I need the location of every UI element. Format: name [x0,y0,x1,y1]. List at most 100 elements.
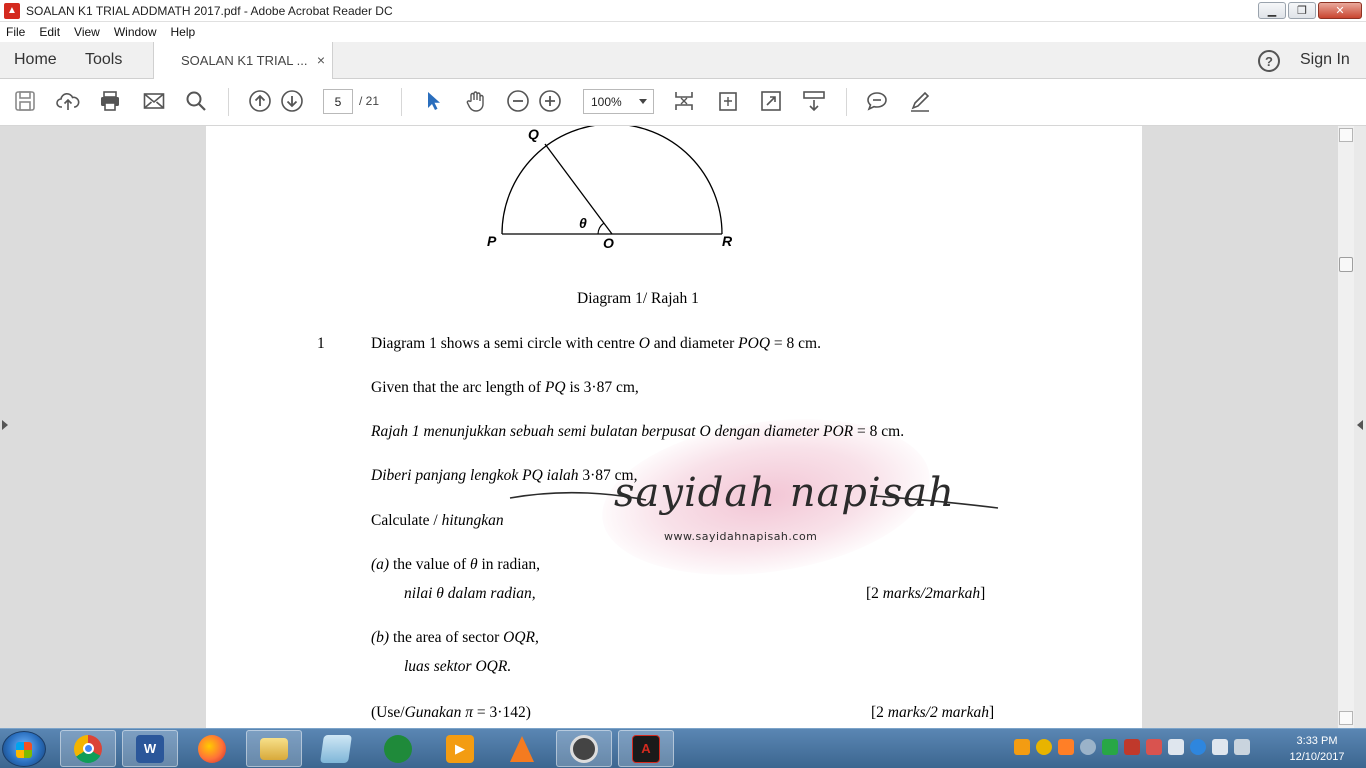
notepad-icon[interactable] [308,730,364,767]
clock-time: 3:33 PM [1296,735,1338,747]
tab-tools[interactable]: Tools [85,51,122,69]
tray-update-icon[interactable] [1058,739,1074,755]
full-screen-icon[interactable] [759,89,783,113]
next-page-icon[interactable] [280,89,304,113]
network-status-icon[interactable] [1234,739,1250,755]
part-b-marks: [2 marks/2 markah] [871,704,995,721]
zoom-value: 100% [591,94,622,109]
label-r: R [722,233,733,249]
question-line-5: Calculate / hitungkan [371,512,504,529]
diagram-caption: Diagram 1/ Rajah 1 [577,290,699,307]
tab-home[interactable]: Home [14,51,57,69]
vertical-scrollbar[interactable] [1337,126,1354,728]
label-p: P [487,233,497,249]
tray-flag-icon[interactable] [1146,739,1162,755]
tab-bar: Home Tools SOALAN K1 TRIAL ... × ? Sign … [0,42,1366,79]
system-tray [1014,739,1250,755]
question-line-3: Rajah 1 menunjukkan sebuah semi bulatan … [371,423,905,440]
system-clock[interactable]: 3:33 PM 12/10/2017 [1282,733,1352,765]
chevron-down-icon [639,99,647,104]
acrobat-icon[interactable]: A [618,730,674,767]
label-q: Q [528,126,539,142]
chrome-icon[interactable] [60,730,116,767]
previous-page-icon[interactable] [248,89,272,113]
scroll-thumb[interactable] [1339,257,1353,272]
scroll-down-button[interactable] [1339,711,1353,725]
network-app-icon[interactable] [370,730,426,767]
part-b-malay: luas sektor OQR. [404,658,512,675]
menu-bar: File Edit View Window Help [0,22,1366,42]
menu-help[interactable]: Help [171,25,196,39]
select-cursor-icon[interactable] [421,89,445,113]
question-number: 1 [317,335,325,352]
menu-view[interactable]: View [74,25,100,39]
vlc-icon[interactable] [494,730,550,767]
tab-document[interactable]: SOALAN K1 TRIAL ... × [153,42,333,79]
close-button[interactable]: ✕ [1318,2,1362,19]
sign-in-link[interactable]: Sign In [1300,51,1350,69]
file-explorer-icon[interactable] [246,730,302,767]
page-total: / 21 [359,94,380,108]
zoom-out-icon[interactable] [506,89,530,113]
help-icon[interactable]: ? [1258,50,1280,72]
watermark-url: www.sayidahnapisah.com [664,530,818,543]
menu-file[interactable]: File [6,25,25,39]
question-line-1: Diagram 1 shows a semi circle with centr… [371,335,821,352]
document-viewer[interactable]: Q P O R θ Diagram 1/ Rajah 1 sayidah nap… [0,126,1337,728]
print-icon[interactable] [98,89,122,113]
menu-window[interactable]: Window [114,25,157,39]
firefox-icon[interactable] [184,730,240,767]
part-a-malay: nilai θ dalam radian, [404,585,536,602]
rotate-icon[interactable] [716,89,740,113]
question-line-2: Given that the arc length of PQ is 3·87 … [371,379,639,396]
tray-security-icon[interactable] [1102,739,1118,755]
window-controls: ▁ ❐ ✕ [1258,2,1362,19]
part-a: (a) the value of θ in radian, [371,556,541,573]
save-icon[interactable] [13,89,37,113]
scroll-up-button[interactable] [1339,128,1353,142]
sign-icon[interactable] [908,89,932,113]
toolbar-separator [846,88,847,116]
upload-icon[interactable] [56,89,80,113]
zoom-in-icon[interactable] [538,89,562,113]
hand-tool-icon[interactable] [464,89,488,113]
tray-google-icon[interactable] [1190,739,1206,755]
pdf-icon: ▲ [4,2,20,19]
pi-instruction: (Use/Gunakan π = 3·142) [371,704,531,721]
label-theta: θ [579,215,587,231]
search-icon[interactable] [184,89,208,113]
right-panel-toggle-icon[interactable] [1357,420,1363,430]
read-mode-icon[interactable] [802,89,826,113]
comment-icon[interactable] [865,89,889,113]
start-button[interactable] [2,731,46,767]
menu-edit[interactable]: Edit [39,25,60,39]
toolbar: 5 / 21 100% [0,79,1366,126]
title-bar: ▲ SOALAN K1 TRIAL ADDMATH 2017.pdf - Ado… [0,0,1366,22]
question-line-4: Diberi panjang lengkok PQ ialah 3·87 cm, [371,467,638,484]
close-tab-icon[interactable]: × [317,52,325,68]
part-a-marks: [2 marks/2markah] [866,585,986,602]
left-panel-toggle-icon[interactable] [2,420,8,430]
pdf-page: Q P O R θ Diagram 1/ Rajah 1 sayidah nap… [206,126,1142,728]
media-player-icon[interactable]: ▶ [432,730,488,767]
tray-link-icon[interactable] [1080,739,1096,755]
tray-printer-icon[interactable] [1124,739,1140,755]
zoom-dropdown[interactable]: 100% [583,89,654,114]
label-o: O [603,235,614,251]
minimize-button[interactable]: ▁ [1258,2,1286,19]
tray-display-icon[interactable] [1168,739,1184,755]
volume-icon[interactable] [1212,739,1228,755]
clock-date: 12/10/2017 [1289,751,1345,763]
fit-page-icon[interactable] [672,89,696,113]
tray-media-icon[interactable] [1014,739,1030,755]
email-icon[interactable] [142,89,166,113]
watermark-name: sayidah napisah [614,470,955,516]
tray-app-icon[interactable] [1036,739,1052,755]
restore-button[interactable]: ❐ [1288,2,1316,19]
taskbar: W ▶ A 3:33 PM 12/10/2017 [0,728,1366,768]
page-number-input[interactable]: 5 [323,89,353,114]
toolbar-separator [401,88,402,116]
word-icon[interactable]: W [122,730,178,767]
search-app-icon[interactable] [556,730,612,767]
part-b: (b) the area of sector OQR, [371,629,539,646]
